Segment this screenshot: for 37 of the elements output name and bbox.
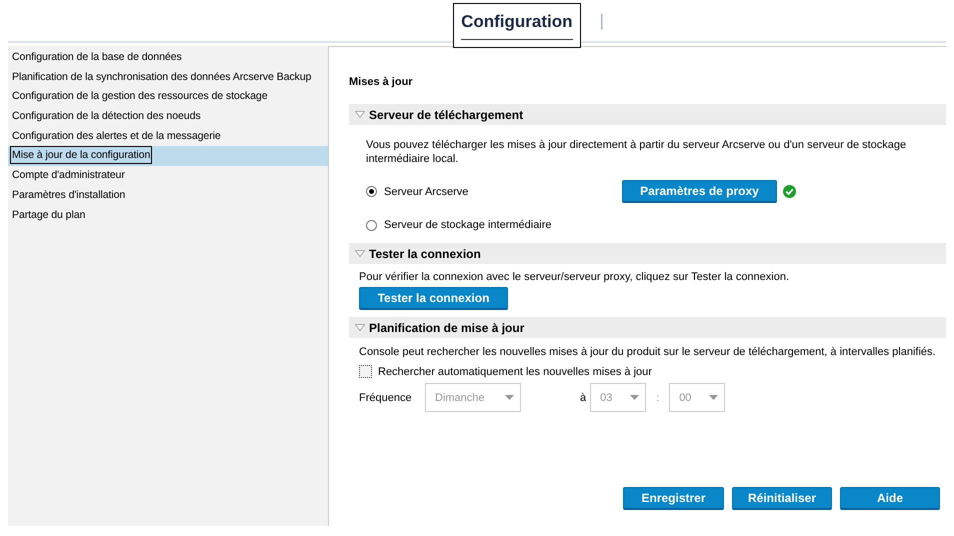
description: Vous pouvez télécharger les mises à jour directement à partir du serveur Arcserve ou d'un serveur de stockage intermédiaire local.: [366, 138, 908, 166]
sidebar-item[interactable]: Configuration de la base de données: [8, 48, 328, 68]
checkbox[interactable]: [359, 365, 372, 378]
sidebar-item[interactable]: Configuration des alertes et de la messagerie: [8, 126, 328, 146]
caret-icon: [505, 395, 514, 400]
radio-option[interactable]: Serveur Arcserve: [366, 186, 468, 198]
test-connection-button[interactable]: Tester la connexion: [359, 287, 508, 310]
sidebar-item[interactable]: Paramètres d'installation: [8, 186, 328, 206]
caret-icon: [709, 395, 718, 400]
action-button[interactable]: Aide: [840, 487, 940, 510]
action-button[interactable]: Enregistrer: [623, 487, 724, 510]
collapse-triangle-icon[interactable]: [355, 324, 365, 331]
sidebar-item[interactable]: Configuration de la gestion des ressources de stockage: [8, 87, 328, 108]
caret-icon: [630, 395, 640, 400]
checkbox-label: Rechercher automatiquement les nouvelles mises à jour: [378, 366, 652, 378]
sidebar-item[interactable]: Mise à jour de la configuration: [8, 146, 328, 166]
proxy-settings-button[interactable]: Paramètres de proxy: [622, 180, 777, 203]
tab[interactable]: Configuration: [453, 3, 580, 48]
description: Console peut rechercher les nouvelles mises à jour du produit sur le serveur de téléchargement, à intervalles planifiés.: [359, 345, 937, 359]
radio-button[interactable]: [366, 186, 377, 197]
sidebar-item[interactable]: Planification de la synchronisation des données Arcserve Backup: [8, 68, 328, 88]
radio-option[interactable]: Serveur de stockage intermédiaire: [366, 219, 552, 231]
sidebar-item[interactable]: Partage du plan: [8, 206, 328, 226]
page-title: Mises à jour: [349, 76, 414, 88]
sidebar-item[interactable]: Compte d'administrateur: [8, 166, 328, 186]
collapse-triangle-icon[interactable]: [355, 111, 365, 118]
section-header[interactable]: Tester la connexion: [349, 243, 946, 264]
collapse-triangle-icon[interactable]: [355, 250, 365, 257]
action-button[interactable]: Réinitialiser: [732, 487, 832, 510]
sidebar-item[interactable]: Configuration de la détection des noeuds: [8, 107, 328, 127]
section-header[interactable]: Planification de mise à jour: [349, 317, 946, 338]
section-header[interactable]: Serveur de téléchargement: [349, 104, 946, 125]
radio-button[interactable]: [366, 220, 377, 230]
description: Pour vérifier la connexion avec le serveur/serveur proxy, cliquez sur Tester la connexion.: [359, 270, 790, 284]
at-label: à: [580, 392, 586, 404]
time-separator: :: [656, 392, 660, 404]
frequency-label: Fréquence: [359, 392, 413, 404]
